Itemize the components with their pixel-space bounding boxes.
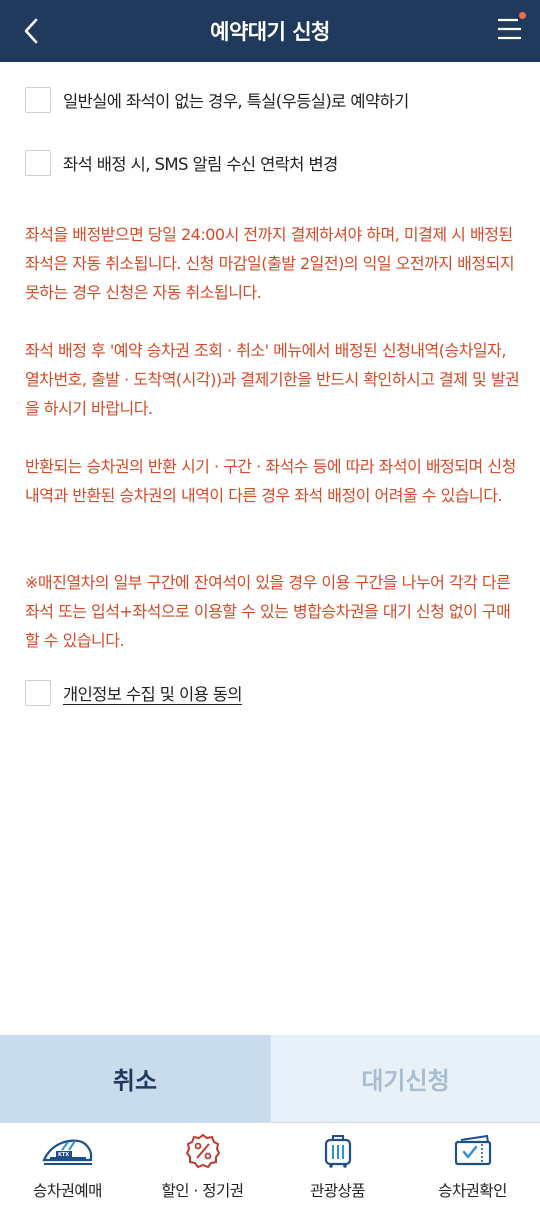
bottom-tab-bar: KTX 승차권예매 할인 · 정기권 관광상품 승차권확인 <box>0 1122 540 1208</box>
tab-label: 할인 · 정기권 <box>161 1182 244 1200</box>
luggage-icon <box>324 1135 351 1168</box>
consent-link[interactable]: 개인정보 수집 및 이용 동의 <box>63 681 243 705</box>
ktx-train-icon: KTX <box>41 1139 92 1165</box>
svg-text:KTX: KTX <box>58 1152 69 1158</box>
notice-payment-deadline: 좌석을 배정받으면 당일 24:00시 전까지 결제하셔야 하며, 미결제 시 … <box>25 225 515 302</box>
top-app-bar: 예약대기 신청 <box>0 0 540 62</box>
tab-label: 승차권예매 <box>33 1182 102 1200</box>
first-class-checkbox[interactable] <box>25 87 51 113</box>
menu-button[interactable] <box>496 12 526 44</box>
consent-row[interactable]: 개인정보 수집 및 이용 동의 <box>25 680 243 706</box>
sms-contact-label: 좌석 배정 시, SMS 알림 수신 연락처 변경 <box>63 155 338 174</box>
notice-check-details: 좌석 배정 후 '예약 승차권 조회 · 취소' 메뉴에서 배정된 신청내역(승… <box>25 341 520 418</box>
tab-discount-pass[interactable]: 할인 · 정기권 <box>135 1123 270 1208</box>
consent-checkbox[interactable] <box>25 680 51 706</box>
notice-refund-assignment: 반환되는 승차권의 반환 시기 · 구간 · 좌석수 등에 따라 좌석이 배정되… <box>25 457 516 505</box>
option-sms-contact[interactable]: 좌석 배정 시, SMS 알림 수신 연락처 변경 <box>25 150 338 176</box>
cancel-button[interactable]: 취소 <box>0 1035 270 1122</box>
tab-tour-products[interactable]: 관광상품 <box>270 1123 405 1208</box>
sms-contact-checkbox[interactable] <box>25 150 51 176</box>
option-first-class[interactable]: 일반실에 좌석이 없는 경우, 특실(우등실)로 예약하기 <box>25 87 409 113</box>
notification-dot <box>519 12 526 19</box>
ticket-check-icon <box>454 1134 491 1166</box>
chevron-left-icon <box>24 18 38 44</box>
tab-ticket-check[interactable]: 승차권확인 <box>405 1123 540 1208</box>
tab-label: 관광상품 <box>309 1182 366 1200</box>
waitlist-submit-button[interactable]: 대기신청 <box>270 1035 540 1122</box>
action-buttons: 취소 대기신청 <box>0 1035 540 1122</box>
discount-badge-icon <box>185 1133 220 1169</box>
back-button[interactable] <box>14 13 50 49</box>
page-title: 예약대기 신청 <box>210 20 330 44</box>
tab-label: 승차권확인 <box>438 1182 507 1200</box>
first-class-label: 일반실에 좌석이 없는 경우, 특실(우등실)로 예약하기 <box>63 92 409 111</box>
tab-ticket-booking[interactable]: KTX 승차권예매 <box>0 1123 135 1208</box>
notice-combined-ticket: ※매진열차의 일부 구간에 잔여석이 있을 경우 이용 구간을 나누어 각각 다… <box>25 573 511 650</box>
